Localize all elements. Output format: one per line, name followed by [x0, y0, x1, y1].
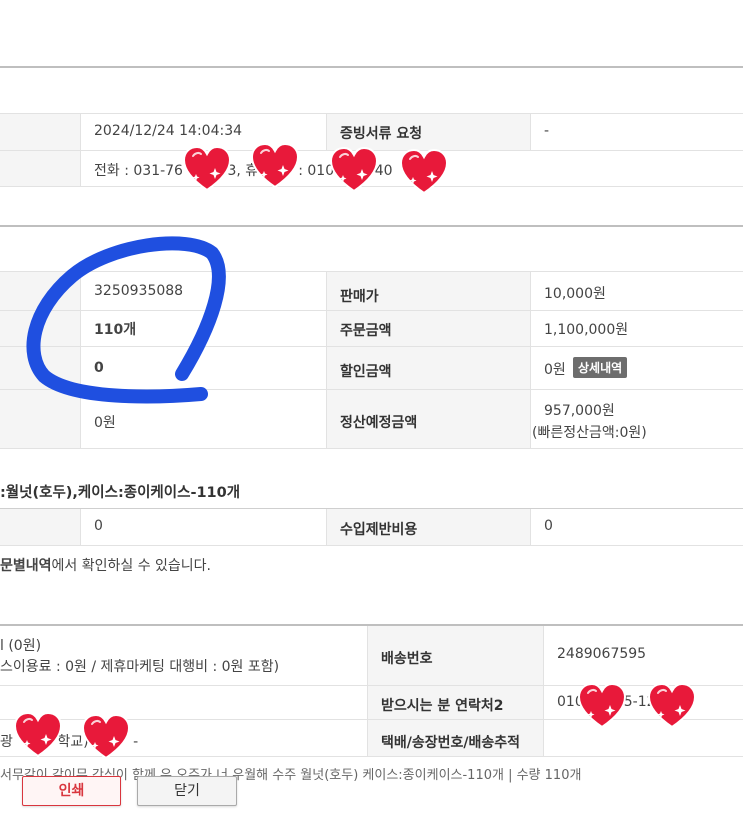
order-amount-label: 주문금액 — [340, 323, 392, 339]
heart-sticker-icon — [578, 683, 626, 728]
shipping-number-label: 배송번호 — [381, 651, 433, 667]
order-amount-value: 1,100,000원 — [544, 322, 629, 338]
import-cost-label: 수입제반비용 — [340, 522, 418, 538]
price-value: 10,000원 — [544, 286, 606, 302]
close-button[interactable]: 닫기 — [137, 776, 237, 806]
heart-sticker-icon — [82, 714, 130, 759]
top-divider — [0, 66, 743, 68]
receipt-request-label: 증빙서류 요청 — [340, 126, 423, 142]
shipping-number-value: 2489067595 — [557, 646, 647, 662]
delivery-fee-line2: 스이용료 : 0원 / 제휴마케팅 대행비 : 0원 포함) — [0, 659, 280, 675]
discount-amount-value: 0원 — [544, 362, 566, 378]
contact2-label: 받으시는 분 연락처2 — [381, 698, 504, 714]
heart-sticker-icon — [400, 149, 448, 194]
discount-amount-label: 할인금액 — [340, 364, 392, 380]
import-left-value: 0 — [94, 518, 103, 534]
blue-circle-scribble — [26, 236, 226, 404]
settlement-value: 957,000원 — [544, 403, 615, 419]
heart-sticker-icon — [330, 147, 378, 192]
order-datetime: 2024/12/24 14:04:34 — [94, 123, 243, 139]
settlement-label: 정산예정금액 — [340, 415, 418, 431]
heart-sticker-icon — [14, 712, 62, 757]
receipt-request-value: - — [544, 123, 550, 139]
heart-sticker-icon — [648, 683, 696, 728]
option-text: :월넛(호두),케이스:종이케이스-110개 — [0, 485, 241, 501]
detail-button[interactable]: 상세내역 — [573, 357, 628, 378]
print-button[interactable]: 인쇄 — [22, 776, 121, 806]
extra-value: 0원 — [94, 415, 116, 431]
note-link[interactable]: 문별내역 — [0, 558, 52, 574]
delivery-fee-line1: l (0원) — [0, 638, 42, 654]
heart-sticker-icon — [183, 146, 231, 191]
note-text: 문별내역에서 확인하실 수 있습니다. — [0, 558, 212, 574]
tracking-label[interactable]: 택배/송장번호/배송추적 — [381, 732, 520, 752]
import-cost-value: 0 — [544, 518, 553, 534]
heart-sticker-icon — [251, 143, 299, 188]
price-label: 판매가 — [340, 289, 379, 305]
settlement-sub: (빠른정산금액:0원) — [532, 425, 647, 441]
